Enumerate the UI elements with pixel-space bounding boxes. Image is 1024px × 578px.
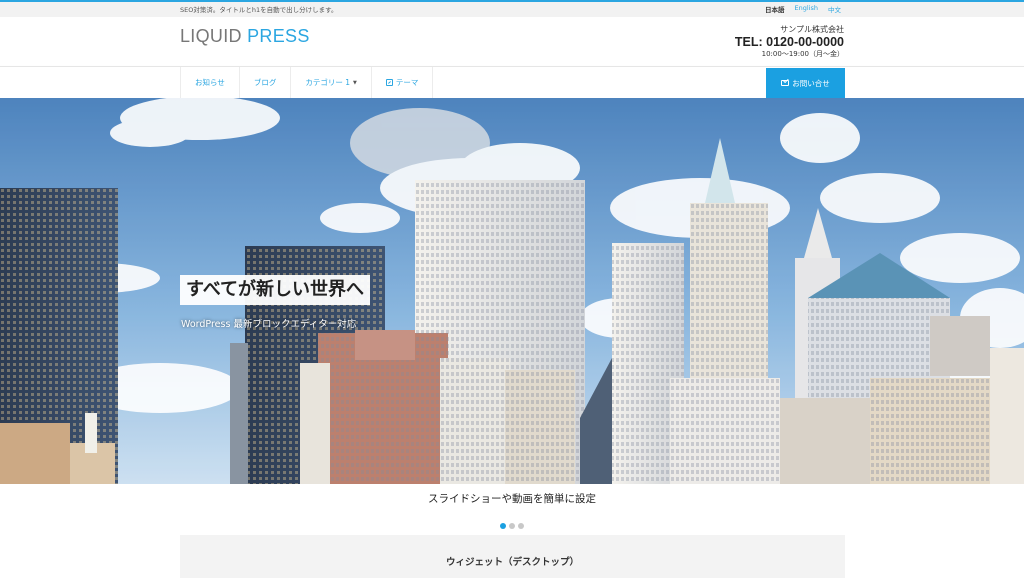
site-description: SEO対策済。タイトルとh1を自動で出し分けします。: [180, 6, 338, 14]
lang-english[interactable]: English: [795, 4, 818, 14]
slider-dot-2[interactable]: [509, 523, 515, 529]
edit-icon: [385, 79, 393, 86]
nav-item-blog[interactable]: ブログ: [238, 67, 291, 98]
hero-subtitle: WordPress 最新ブロックエディター対応: [181, 319, 357, 330]
lang-japanese[interactable]: 日本語: [765, 4, 785, 14]
contact-button[interactable]: お問い合せ: [766, 68, 845, 98]
company-info: サンプル株式会社 TEL: 0120-00-0000 10:00〜19:00（月…: [735, 24, 844, 59]
logo-text-press: PRESS: [247, 26, 310, 46]
nav-item-news[interactable]: お知らせ: [180, 67, 239, 98]
nav-item-label: ブログ: [253, 78, 277, 87]
nav-item-theme[interactable]: テーマ: [370, 67, 434, 98]
nav-item-label: テーマ: [395, 78, 419, 87]
site-logo[interactable]: LIQUID PRESS: [180, 26, 310, 47]
phone-number: TEL: 0120-00-0000: [734, 35, 844, 49]
slider-caption: スライドショーや動画を簡単に設定: [428, 493, 596, 505]
contact-label: お問い合せ: [792, 78, 830, 88]
site-header: LIQUID PRESS サンプル株式会社 TEL: 0120-00-0000 …: [0, 17, 1024, 66]
business-hours: 10:00〜19:00（月〜金）: [761, 50, 844, 58]
nav-item-label: お知らせ: [195, 78, 225, 87]
logo-text-liquid: LIQUID: [180, 26, 242, 46]
company-name: サンプル株式会社: [780, 25, 844, 34]
mail-icon: [781, 80, 790, 86]
slider-dot-1[interactable]: [500, 523, 506, 529]
slider-pagination: [500, 523, 524, 529]
lang-chinese[interactable]: 中文: [828, 4, 841, 14]
widget-title: ウィジェット（デスクトップ）: [445, 557, 579, 568]
nav-item-label: カテゴリー 1: [305, 78, 351, 87]
nav-item-category[interactable]: カテゴリー 1 ▼: [290, 67, 371, 98]
language-switcher: 日本語 English 中文: [765, 4, 841, 14]
caret-down-icon: ▼: [353, 79, 357, 86]
top-bar: SEO対策済。タイトルとh1を自動で出し分けします。 日本語 English 中…: [0, 0, 1024, 17]
hero-slider[interactable]: すべてが新しい世界へ WordPress 最新ブロックエディター対応: [0, 98, 1024, 484]
hero-title: すべてが新しい世界へ: [180, 275, 371, 305]
main-nav: お知らせ ブログ カテゴリー 1 ▼ テーマ お問い合せ: [0, 66, 1024, 98]
city-skyline-image: [0, 98, 1024, 484]
widget-area: ウィジェット（デスクトップ）: [180, 535, 845, 578]
slider-dot-3[interactable]: [518, 523, 524, 529]
